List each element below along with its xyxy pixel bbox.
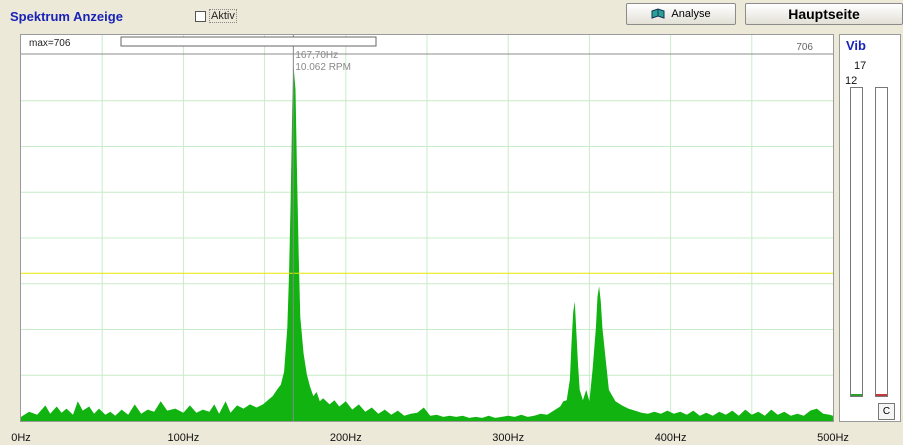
x-tick-label: 300Hz xyxy=(492,432,525,444)
hauptseite-label: Hauptseite xyxy=(788,6,860,22)
vib-level-fill-left xyxy=(851,394,862,396)
x-tick-label: 0Hz xyxy=(11,432,31,444)
vib-level-bar-right xyxy=(875,87,888,397)
cursor-frequency-label: 167,70Hz xyxy=(295,50,338,61)
vib-clear-button[interactable]: C xyxy=(878,403,895,420)
x-tick-label: 100Hz xyxy=(167,432,200,444)
vib-level-fill-right xyxy=(876,394,887,396)
vib-panel: Vib 17 12 C xyxy=(839,34,901,422)
page-title: Spektrum Anzeige xyxy=(10,9,123,24)
spectrum-plot[interactable]: max=706 706 167,70Hz 10.062 RPM xyxy=(20,34,834,422)
cursor-rpm-label: 10.062 RPM xyxy=(295,62,351,73)
zoom-range-box xyxy=(120,36,377,47)
vib-value-top: 17 xyxy=(854,60,867,72)
vib-level-bar-left xyxy=(850,87,863,397)
analyse-book-icon xyxy=(651,8,665,19)
analyse-label: Analyse xyxy=(671,8,711,20)
aktiv-label: Aktiv xyxy=(209,9,237,23)
x-tick-label: 400Hz xyxy=(654,432,687,444)
x-tick-label: 200Hz xyxy=(329,432,362,444)
max-label: max=706 xyxy=(29,38,71,49)
analyse-button[interactable]: Analyse xyxy=(626,3,736,25)
vib-title: Vib xyxy=(846,38,866,53)
aktiv-checkbox[interactable]: Aktiv xyxy=(195,9,237,23)
checkbox-box[interactable] xyxy=(195,10,206,22)
max-value-label: 706 xyxy=(796,42,813,53)
hauptseite-button[interactable]: Hauptseite xyxy=(745,3,903,25)
spectrum-chart: max=706 706 167,70Hz10.062 RPM xyxy=(21,35,833,421)
x-tick-label: 500Hz xyxy=(817,432,849,444)
vib-value-second: 12 xyxy=(845,75,858,87)
